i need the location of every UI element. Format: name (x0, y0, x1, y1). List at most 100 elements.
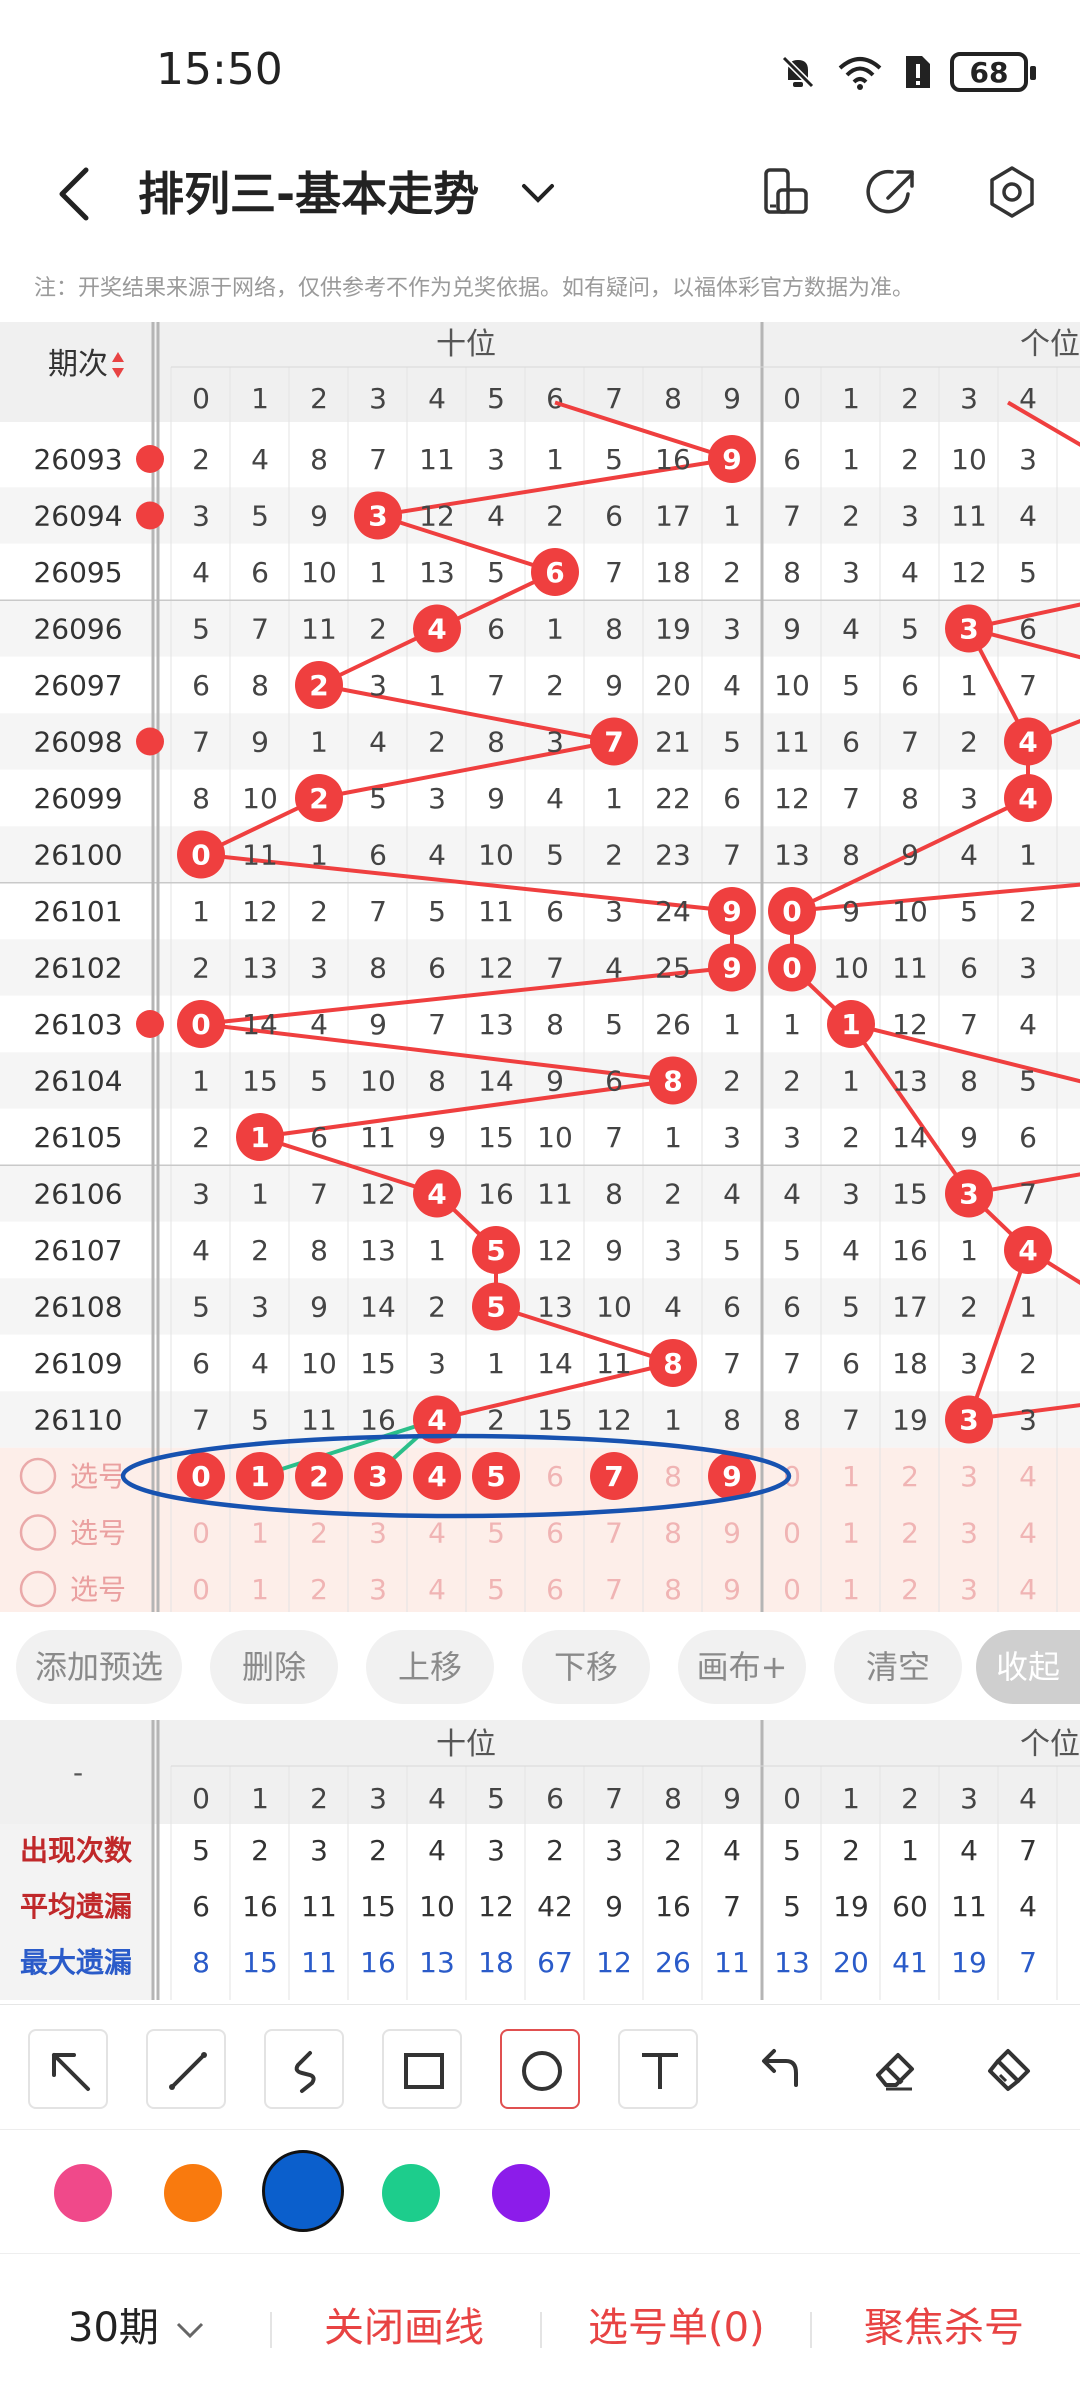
omission-cell: 19 (892, 1404, 928, 1437)
period-select[interactable]: 30期 (68, 2300, 208, 2356)
omission-cell: 14 (892, 1121, 928, 1154)
color-swatch-blue-selected[interactable] (262, 2150, 344, 2232)
eraser-button[interactable] (854, 2029, 934, 2109)
digit-header: 6 (546, 382, 564, 415)
omission-cell: 26 (655, 1008, 691, 1041)
collapse-button[interactable]: 收起 (976, 1630, 1080, 1704)
omission-cell: 16 (478, 1178, 514, 1211)
digit-header: 2 (310, 382, 328, 415)
pick-list-button[interactable]: 选号单(0) (588, 2300, 765, 2356)
omission-cell: 11 (242, 839, 278, 872)
select-digit: 4 (428, 1573, 446, 1606)
line-tool[interactable] (146, 2029, 226, 2109)
share-icon[interactable] (862, 160, 926, 224)
omission-cell: 3 (842, 1178, 860, 1211)
focus-kill-button[interactable]: 聚焦杀号 (864, 2300, 1024, 2356)
orientation-icon[interactable] (752, 160, 816, 224)
hit-ball-label: 2 (309, 669, 328, 702)
period-cell: 26110 (33, 1404, 122, 1437)
move-down-button[interactable]: 下移 (522, 1630, 650, 1704)
color-swatch-green[interactable] (382, 2164, 440, 2222)
digit-header: 9 (723, 382, 741, 415)
omission-cell: 7 (251, 613, 269, 646)
stats-cell: 18 (478, 1946, 514, 1979)
move-up-button[interactable]: 上移 (366, 1630, 494, 1704)
select-digit: 9 (723, 1517, 741, 1550)
omission-cell: 11 (301, 613, 337, 646)
stats-cell: 2 (664, 1834, 682, 1867)
omission-cell: 6 (310, 1121, 328, 1154)
omission-cell: 6 (1019, 613, 1037, 646)
omission-cell: 1 (605, 782, 623, 815)
trend-chart[interactable]: 期次 十位 个位 0 1 2 3 4 5 6 7 8 9 0 1 2 3 4 26093 2 4 8 7 11 3 1 5 16 9 6 1… (0, 322, 1080, 1612)
omission-cell: 1 (723, 1008, 741, 1041)
text-tool[interactable] (618, 2029, 698, 2109)
select-digit: 8 (664, 1517, 682, 1550)
omission-cell: 17 (892, 1291, 928, 1324)
omission-cell: 10 (360, 1065, 396, 1098)
undo-button[interactable] (736, 2029, 816, 2109)
omission-cell: 2 (192, 443, 210, 476)
hit-ball-label: 4 (1018, 726, 1037, 759)
chevron-down-icon[interactable] (516, 170, 560, 214)
omission-cell: 5 (783, 1234, 801, 1267)
hit-ball-label: 4 (1018, 1234, 1037, 1267)
chevron-down-icon (176, 2322, 203, 2339)
circle-tool[interactable] (500, 2029, 580, 2109)
stats-cell: 20 (833, 1946, 869, 1979)
add-preselect-button[interactable]: 添加预选 (16, 1630, 182, 1704)
stats-cell: 41 (892, 1946, 928, 1979)
omission-cell: 11 (537, 1178, 573, 1211)
omission-cell: 4 (901, 556, 919, 589)
omission-cell: 15 (360, 1347, 396, 1380)
omission-cell: 4 (1019, 500, 1037, 533)
omission-cell: 3 (487, 443, 505, 476)
select-digit: 3 (960, 1460, 978, 1493)
digit-header: 8 (664, 382, 682, 415)
stats-cell: 2 (369, 1834, 387, 1867)
arrow-tool[interactable] (28, 2029, 108, 2109)
omission-cell: 3 (369, 669, 387, 702)
omission-cell: 1 (251, 1178, 269, 1211)
color-swatch-pink[interactable] (54, 2164, 112, 2222)
rectangle-tool[interactable] (382, 2029, 462, 2109)
settings-icon[interactable] (980, 160, 1044, 224)
select-digit: 7 (605, 1573, 623, 1606)
back-icon[interactable] (46, 158, 106, 230)
digit-header: 4 (428, 382, 446, 415)
omission-cell: 3 (428, 1347, 446, 1380)
digit-header: 4 (428, 1782, 446, 1815)
omission-cell: 3 (960, 1347, 978, 1380)
stats-cell: 19 (833, 1890, 869, 1923)
color-swatch-orange[interactable] (164, 2164, 222, 2222)
omission-cell: 2 (901, 443, 919, 476)
omission-cell: 6 (842, 1347, 860, 1380)
select-digit: 2 (310, 1573, 328, 1606)
trend-chart-svg[interactable]: 期次十位 个位0 1 2 3 4 5 6 7 8 9 0 1 2 3 426093 2 4 8 7 11 3 1 5 16 9 6 1… (0, 322, 1080, 1612)
curve-tool[interactable] (264, 2029, 344, 2109)
omission-cell: 2 (960, 726, 978, 759)
omission-cell: 1 (1019, 1291, 1037, 1324)
delete-button[interactable]: 删除 (210, 1630, 338, 1704)
clear-canvas-button[interactable] (970, 2029, 1050, 2109)
clear-button[interactable]: 清空 (834, 1630, 962, 1704)
omission-cell: 6 (783, 443, 801, 476)
canvas-plus-button[interactable]: 画布+ (678, 1630, 806, 1704)
color-swatch-purple[interactable] (492, 2164, 550, 2222)
stats-cell: 4 (723, 1834, 741, 1867)
select-digit: 3 (960, 1573, 978, 1606)
omission-cell: 8 (605, 1178, 623, 1211)
omission-cell: 5 (605, 1008, 623, 1041)
line-icon (169, 2052, 207, 2090)
select-digit: 9 (723, 1573, 741, 1606)
close-drawing-button[interactable]: 关闭画线 (324, 2300, 484, 2356)
omission-cell: 9 (546, 1065, 564, 1098)
battery-level: 68 (969, 55, 1009, 89)
hit-ball-label: 0 (782, 952, 801, 985)
omission-cell: 9 (842, 895, 860, 928)
omission-cell: 1 (310, 839, 328, 872)
omission-cell: 1 (428, 1234, 446, 1267)
omission-cell: 9 (960, 1121, 978, 1154)
period-cell: 26109 (33, 1347, 122, 1380)
select-digit: 1 (842, 1517, 860, 1550)
